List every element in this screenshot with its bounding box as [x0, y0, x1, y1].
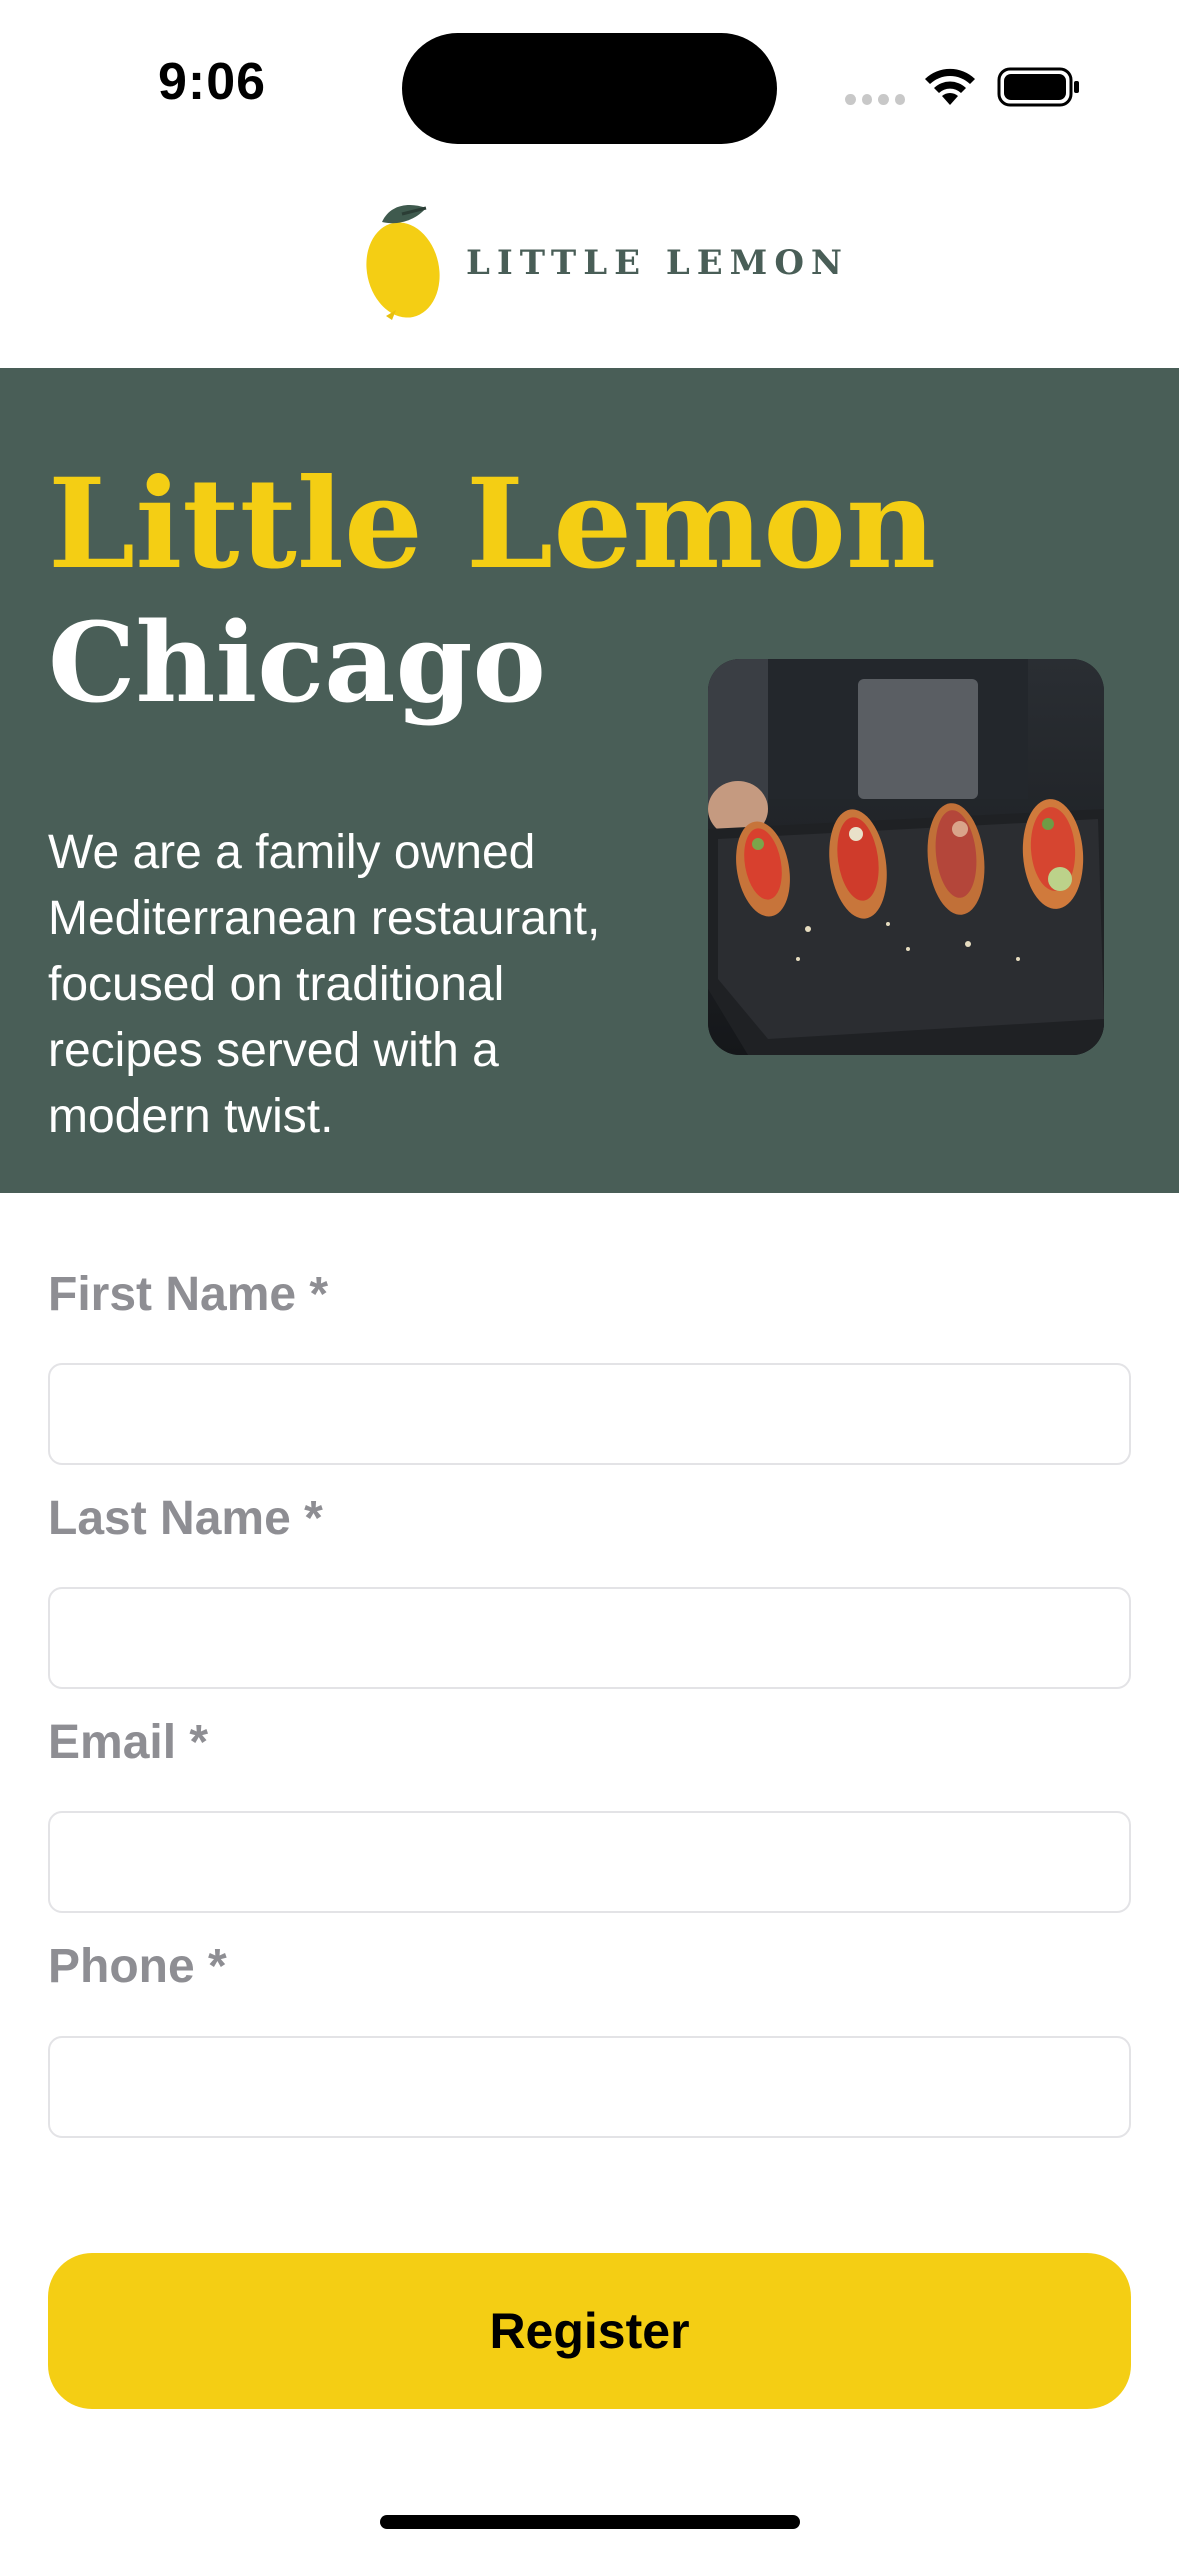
cellular-signal-icon — [845, 94, 905, 106]
first-name-label: First Name * — [48, 1268, 329, 1321]
last-name-label: Last Name * — [48, 1492, 323, 1545]
hero-banner: Little Lemon Chicago We are a family own… — [0, 368, 1179, 1193]
first-name-field[interactable] — [48, 1363, 1131, 1465]
battery-icon — [997, 67, 1079, 107]
home-indicator[interactable] — [380, 2515, 800, 2529]
hero-title: Little Lemon — [48, 452, 937, 597]
phone-label: Phone * — [48, 1940, 227, 1993]
email-label: Email * — [48, 1716, 209, 1769]
dynamic-island — [402, 33, 777, 144]
logo-wordmark: LITTLE LEMON — [466, 243, 850, 283]
wifi-icon — [925, 68, 975, 105]
lemon-icon — [366, 204, 440, 320]
hero-subtitle: Chicago — [48, 598, 546, 727]
status-time: 9:06 — [158, 53, 267, 111]
bruschetta-photo — [708, 659, 1104, 1055]
hero-description: We are a family owned Mediterranean rest… — [48, 826, 601, 1143]
onboarding-screen: 9:06 LITTLE LEMON Little Lemon Chicago W… — [0, 0, 1179, 2556]
email-field[interactable] — [48, 1811, 1131, 1913]
phone-field[interactable] — [48, 2036, 1131, 2138]
last-name-field[interactable] — [48, 1587, 1131, 1689]
register-button[interactable]: Register — [48, 2253, 1131, 2409]
hero-food-image — [708, 659, 1104, 1055]
app-header: LITTLE LEMON — [0, 170, 1179, 368]
status-bar: 9:06 — [0, 0, 1179, 170]
